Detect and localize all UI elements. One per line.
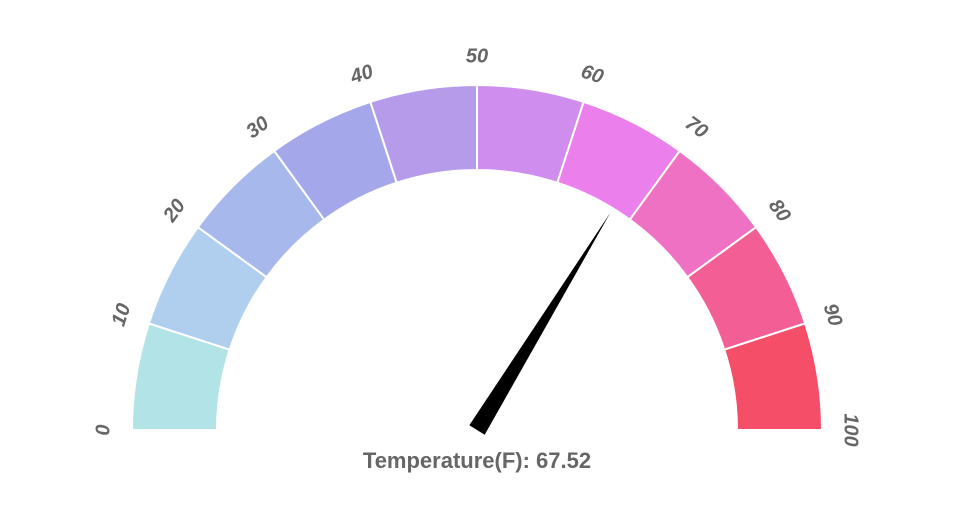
gauge-svg [0, 0, 954, 523]
gauge-chart: 0102030405060708090100 Temperature(F): 6… [0, 0, 954, 523]
gauge-tick-label: 50 [466, 46, 488, 69]
gauge-needle-shape [469, 213, 610, 435]
gauge-arc [132, 85, 822, 430]
gauge-needle [469, 213, 610, 435]
gauge-value-label: Temperature(F): 67.52 [363, 448, 591, 474]
gauge-tick-label: 0 [93, 424, 116, 435]
gauge-tick-label: 100 [839, 413, 862, 446]
